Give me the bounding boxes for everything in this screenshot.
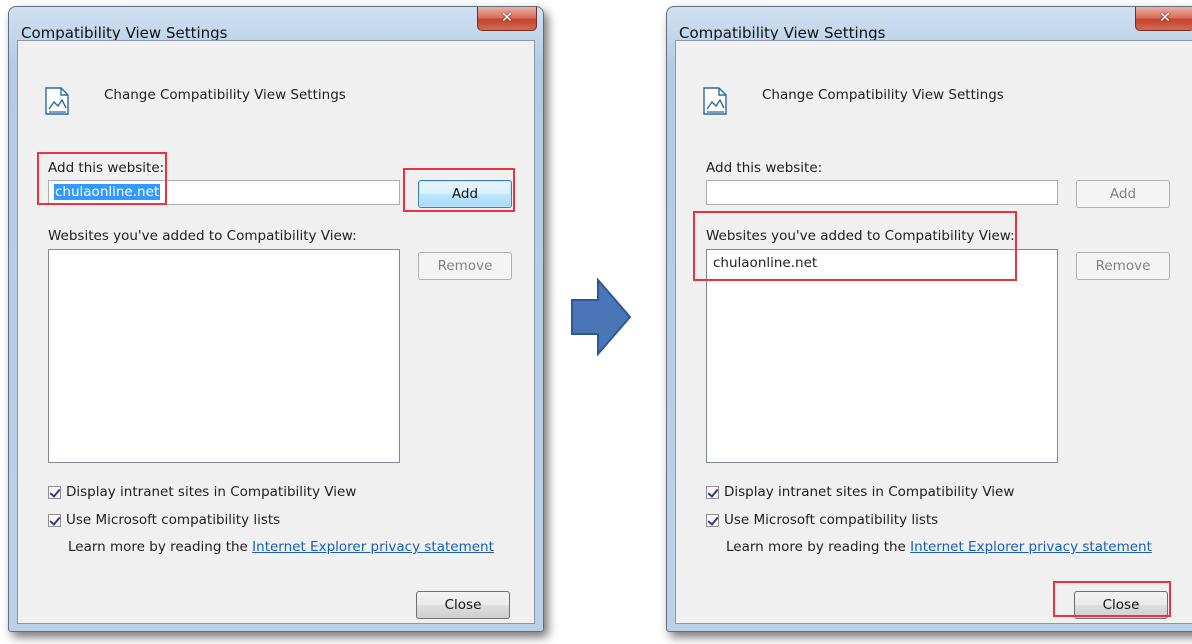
privacy-statement-link[interactable]: Internet Explorer privacy statement bbox=[252, 539, 494, 555]
learn-more-prefix: Learn more by reading the bbox=[68, 539, 248, 555]
remove-button[interactable]: Remove bbox=[1076, 252, 1170, 280]
remove-button[interactable]: Remove bbox=[418, 252, 512, 280]
privacy-statement-link[interactable]: Internet Explorer privacy statement bbox=[910, 539, 1152, 555]
dialog-before: Compatibility View Settings ✕ Change Com… bbox=[8, 6, 544, 632]
intranet-checkbox-row[interactable]: Display intranet sites in Compatibility … bbox=[48, 484, 356, 500]
dialog-client: Change Compatibility View Settings Add t… bbox=[675, 40, 1192, 624]
intranet-checkbox-label: Display intranet sites in Compatibility … bbox=[66, 484, 357, 500]
websites-listbox[interactable]: chulaonline.net bbox=[706, 249, 1058, 463]
websites-listbox[interactable] bbox=[48, 249, 400, 463]
add-website-input[interactable]: chulaonline.net bbox=[48, 180, 400, 205]
learn-more-text: Learn more by reading the Internet Explo… bbox=[726, 539, 1152, 555]
close-icon[interactable]: ✕ bbox=[1135, 7, 1192, 31]
add-website-input[interactable] bbox=[706, 180, 1058, 205]
ms-lists-checkbox-label: Use Microsoft compatibility lists bbox=[724, 512, 939, 528]
add-button[interactable]: Add bbox=[1076, 180, 1170, 208]
intranet-checkbox-row[interactable]: Display intranet sites in Compatibility … bbox=[706, 484, 1014, 500]
learn-more-prefix: Learn more by reading the bbox=[726, 539, 906, 555]
list-item[interactable]: chulaonline.net bbox=[707, 250, 1057, 276]
ms-lists-checkbox[interactable] bbox=[706, 513, 719, 527]
intranet-checkbox-label: Display intranet sites in Compatibility … bbox=[724, 484, 1015, 500]
right-arrow-icon bbox=[571, 278, 632, 356]
header-text: Change Compatibility View Settings bbox=[762, 87, 1004, 103]
add-website-label: Add this website: bbox=[706, 160, 823, 176]
ms-lists-checkbox-row[interactable]: Use Microsoft compatibility lists bbox=[48, 512, 280, 528]
dialog-client: Change Compatibility View Settings Add t… bbox=[17, 40, 535, 624]
intranet-checkbox[interactable] bbox=[48, 485, 61, 499]
header-text: Change Compatibility View Settings bbox=[104, 87, 346, 103]
websites-list-label: Websites you've added to Compatibility V… bbox=[48, 228, 357, 244]
intranet-checkbox[interactable] bbox=[706, 485, 719, 499]
close-icon[interactable]: ✕ bbox=[477, 7, 537, 31]
learn-more-text: Learn more by reading the Internet Explo… bbox=[68, 539, 494, 555]
add-website-value: chulaonline.net bbox=[54, 184, 161, 200]
document-image-icon bbox=[45, 87, 69, 115]
dialog-after: Compatibility View Settings ✕ Change Com… bbox=[666, 6, 1192, 632]
add-website-label: Add this website: bbox=[48, 160, 165, 176]
ms-lists-checkbox[interactable] bbox=[48, 513, 61, 527]
ms-lists-checkbox-row[interactable]: Use Microsoft compatibility lists bbox=[706, 512, 938, 528]
document-image-icon bbox=[703, 87, 727, 115]
close-button[interactable]: Close bbox=[416, 591, 510, 619]
add-button[interactable]: Add bbox=[418, 180, 512, 208]
close-button[interactable]: Close bbox=[1074, 591, 1168, 619]
websites-list-label: Websites you've added to Compatibility V… bbox=[706, 228, 1015, 244]
ms-lists-checkbox-label: Use Microsoft compatibility lists bbox=[66, 512, 281, 528]
